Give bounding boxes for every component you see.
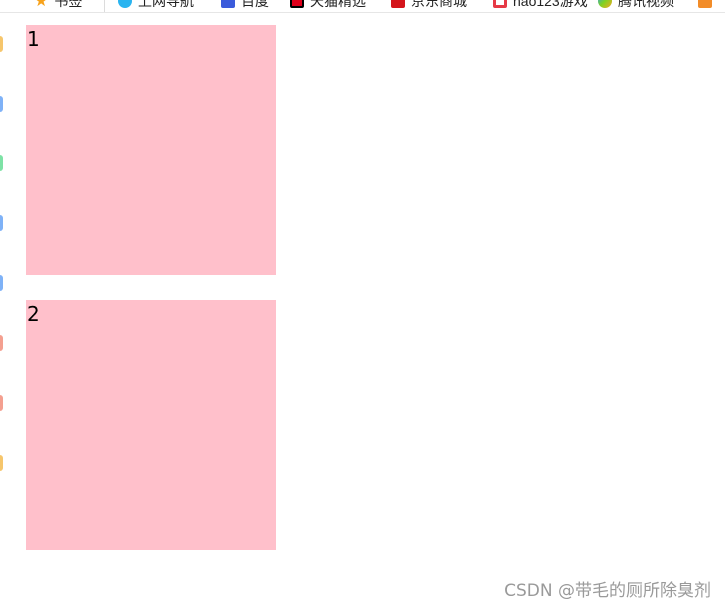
baidu-icon <box>221 0 235 8</box>
box-number: 2 <box>27 302 40 326</box>
bookmark-tencent-video[interactable]: 腾讯视频 <box>598 0 674 11</box>
bookmark-hao123-games[interactable]: hao123游戏 <box>493 0 588 11</box>
star-icon: ★ <box>34 0 49 10</box>
sidebar-app-icon[interactable] <box>0 155 3 171</box>
sidebar-app-icon[interactable] <box>0 36 3 52</box>
sidebar-app-icon[interactable] <box>0 275 3 291</box>
csdn-watermark: CSDN @带毛的厕所除臭剂 <box>504 581 711 601</box>
bookmark-tmall[interactable]: 天猫精选 <box>290 0 366 11</box>
pink-box-2: 2 <box>26 300 276 550</box>
bookmark-jd[interactable]: 京东商城 <box>391 0 467 11</box>
jd-icon <box>391 0 405 8</box>
bookmark-navigation[interactable]: 上网导航 <box>118 0 194 11</box>
bookmark-separator <box>104 0 105 12</box>
bookmark-label: 书签 <box>54 0 83 9</box>
sidebar-app-icon[interactable] <box>0 96 3 112</box>
bookmark-label: 上网导航 <box>138 0 194 9</box>
bookmark-label: 天猫精选 <box>310 0 366 9</box>
bookmark-baidu[interactable]: 百度 <box>221 0 269 11</box>
bookmark-label: 百度 <box>241 0 269 9</box>
bookmark-label: 腾讯视频 <box>618 0 674 9</box>
box-number: 1 <box>27 27 40 51</box>
sidebar-app-icon[interactable] <box>0 335 3 351</box>
sidebar-app-icon[interactable] <box>0 395 3 411</box>
bookmarks-bar: ★ 书签 上网导航 百度 天猫精选 京东商城 hao123游戏 腾讯视频 <box>0 0 725 13</box>
bookmark-favorites[interactable]: ★ 书签 <box>34 0 82 11</box>
game-icon <box>493 0 507 8</box>
bookmark-more[interactable] <box>698 0 712 11</box>
sidebar-app-icon[interactable] <box>0 455 3 471</box>
video-icon <box>598 0 612 8</box>
folder-icon <box>698 0 712 8</box>
bookmark-label: 京东商城 <box>411 0 467 9</box>
tmall-icon <box>290 0 304 8</box>
globe-icon <box>118 0 132 8</box>
left-sidebar-edge <box>0 0 4 609</box>
sidebar-app-icon[interactable] <box>0 215 3 231</box>
bookmark-label: hao123游戏 <box>513 0 588 9</box>
pink-box-1: 1 <box>26 25 276 275</box>
